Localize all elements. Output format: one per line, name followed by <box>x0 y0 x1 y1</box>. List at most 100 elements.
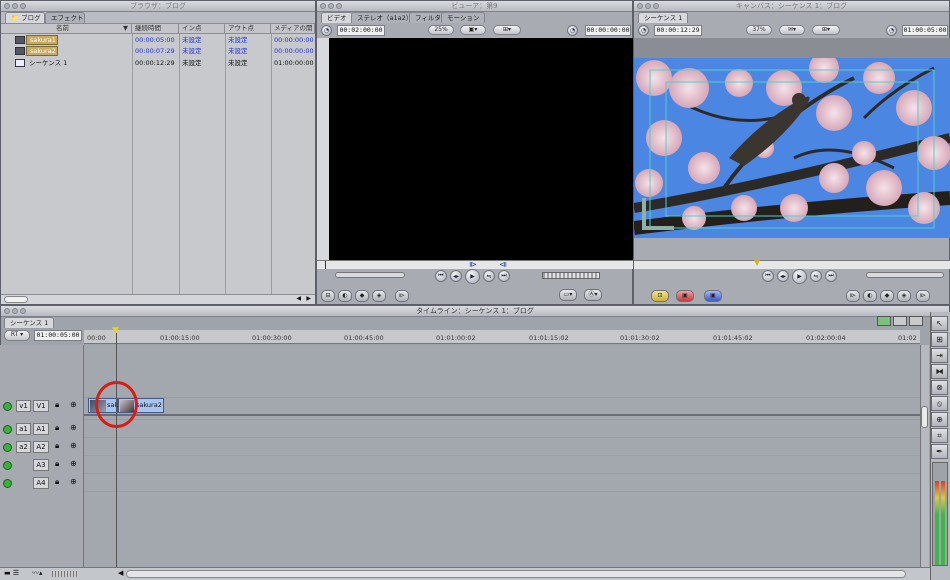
recent-clips-button[interactable]: ▭▾ <box>559 289 577 301</box>
lock-icon[interactable]: 🔒︎ <box>55 477 59 487</box>
link-icon[interactable]: ⊕ <box>70 477 77 486</box>
insert-edit-button[interactable]: ⊡ <box>651 290 669 302</box>
track-enable-icon[interactable] <box>3 425 12 434</box>
razor-tool-icon[interactable]: ⦸ <box>931 396 948 411</box>
tab-sequence1[interactable]: シーケンス 1 <box>638 12 689 23</box>
timeline-vscroll-thumb[interactable] <box>921 406 928 428</box>
clip-overlay-toggle-icon[interactable] <box>877 316 891 326</box>
minimize-icon[interactable] <box>12 308 18 314</box>
minimize-icon[interactable] <box>328 3 334 9</box>
overwrite-edit-button[interactable]: ▣ <box>676 290 694 302</box>
play-in-out-button[interactable]: ◂▸ <box>450 270 462 282</box>
lock-icon[interactable]: 🔒︎ <box>55 400 59 410</box>
canvas-view-popup[interactable]: ⊞▾ <box>812 25 840 35</box>
viewer-overlay-popup[interactable]: ▣▾ <box>460 25 486 35</box>
viewer-timecode[interactable]: 00:00:00:00 <box>585 25 631 36</box>
lock-icon[interactable]: 🔒︎ <box>55 423 59 433</box>
viewer-playhead[interactable] <box>325 261 326 269</box>
edit-selection-tool-icon[interactable]: ⊞ <box>931 332 948 347</box>
col-name[interactable]: 名前 ▼ <box>1 24 132 34</box>
overwrite-button[interactable]: ◐ <box>338 290 352 302</box>
match-frame-button[interactable]: ⧐ <box>395 290 409 302</box>
canvas-match-frame-button[interactable]: ⧐ <box>916 290 930 302</box>
canvas-timecode[interactable]: 01:00:05:00 <box>902 25 948 36</box>
canvas-mark-out-button[interactable]: ◐ <box>863 290 877 302</box>
link-icon[interactable]: ⊕ <box>70 400 77 409</box>
minimize-icon[interactable] <box>12 3 18 9</box>
snapping-toggle-icon[interactable] <box>893 316 907 326</box>
tab-effects[interactable]: エフェクト <box>45 12 85 23</box>
viewer-scrubber[interactable]: ⧐ ⧏ <box>317 260 633 269</box>
timeline-titlebar[interactable]: タイムライン：シーケンス 1：ブログ <box>1 306 949 317</box>
waveform-toggle-icon[interactable]: 〰▴ <box>32 568 43 578</box>
zoom-icon[interactable] <box>336 3 342 9</box>
source-track-label[interactable]: a2 <box>16 441 31 453</box>
zoom-slider[interactable] <box>52 571 78 577</box>
dest-track-label[interactable]: A3 <box>33 459 49 471</box>
canvas-titlebar[interactable]: キャンバス：シーケンス 1：ブログ <box>634 1 949 12</box>
timeline-hscroll[interactable] <box>126 570 906 578</box>
list-item[interactable]: sakura1 00:00:05:00 未設定 未設定 00:00:00:00 <box>1 35 315 45</box>
close-icon[interactable] <box>637 3 643 9</box>
canvas-scrubber[interactable]: ▼ <box>634 259 950 269</box>
track-enable-icon[interactable] <box>3 479 12 488</box>
canvas-marker-button[interactable]: ◆ <box>880 290 894 302</box>
timeline-scroll-left-icon[interactable]: ◀ <box>118 569 123 577</box>
prev-edit-button[interactable]: ⏮ <box>435 270 447 282</box>
viewer-zoom-popup[interactable]: 25% <box>428 25 454 35</box>
minimize-icon[interactable] <box>645 3 651 9</box>
dest-track-label[interactable]: A4 <box>33 477 49 489</box>
track-enable-icon[interactable] <box>3 461 12 470</box>
list-item[interactable]: sakura2 00:00:07:29 未設定 未設定 00:00:00:00 <box>1 46 315 56</box>
list-item[interactable]: シーケンス 1 00:00:12:29 未設定 未設定 01:00:00:00 <box>1 58 315 68</box>
insert-button[interactable]: ⊟ <box>321 290 335 302</box>
rt-popup[interactable]: RT ▾ <box>4 330 30 341</box>
col-duration[interactable]: 継続時間 <box>132 24 179 34</box>
source-track-label[interactable]: a1 <box>16 423 31 435</box>
timeline-timecode[interactable]: 01:00:05:00 <box>34 330 82 341</box>
close-icon[interactable] <box>4 3 10 9</box>
roll-tool-icon[interactable]: ⊗ <box>931 380 948 395</box>
track-select-tool-icon[interactable]: ⇥ <box>931 348 948 363</box>
timeline-track-area[interactable] <box>84 345 920 567</box>
mark-clip-button[interactable]: ◈ <box>372 290 386 302</box>
canvas-playhead-icon[interactable]: ▼ <box>754 259 760 267</box>
viewer-titlebar[interactable]: ビューア：第9 <box>317 1 632 12</box>
browser-titlebar[interactable]: ブラウザ：ブログ <box>1 1 315 12</box>
dest-track-label[interactable]: A1 <box>33 423 49 435</box>
viewer-shuttle-slider[interactable] <box>335 272 405 278</box>
lock-icon[interactable]: 🔒︎ <box>55 441 59 451</box>
canvas-mark-in-button[interactable]: ⧐ <box>846 290 860 302</box>
viewer-duration[interactable]: 00:02:00:00 <box>337 25 385 36</box>
play-around-button[interactable]: ⇋ <box>810 270 822 282</box>
timeline-ruler[interactable] <box>84 330 920 344</box>
canvas-duration[interactable]: 00:00:12:29 <box>654 25 702 36</box>
next-edit-button[interactable]: ⏭ <box>825 270 837 282</box>
replace-button[interactable]: ◆ <box>355 290 369 302</box>
col-in[interactable]: イン点 <box>179 24 225 34</box>
replace-edit-button[interactable]: ▣ <box>704 290 722 302</box>
col-media-start[interactable]: メディアの開 <box>271 24 315 34</box>
viewer-view-popup[interactable]: ⊞▾ <box>493 25 521 35</box>
linking-toggle-icon[interactable] <box>909 316 923 326</box>
close-icon[interactable] <box>4 308 10 314</box>
track-enable-icon[interactable] <box>3 402 12 411</box>
canvas-overlay-popup[interactable]: ✉▾ <box>779 25 805 35</box>
next-edit-button[interactable]: ⏭ <box>498 270 510 282</box>
dest-track-label[interactable]: A2 <box>33 441 49 453</box>
viewer-jog-wheel[interactable] <box>542 272 600 279</box>
tab-timeline-sequence1[interactable]: シーケンス 1 <box>4 317 55 328</box>
prev-edit-button[interactable]: ⏮ <box>762 270 774 282</box>
play-button[interactable]: ▶ <box>465 269 480 284</box>
pen-tool-icon[interactable]: ✒ <box>931 444 948 459</box>
play-around-button[interactable]: ⇋ <box>483 270 495 282</box>
ripple-tool-icon[interactable]: ⧓ <box>931 364 948 379</box>
timeline-playhead[interactable] <box>116 333 117 567</box>
canvas-shuttle-slider[interactable] <box>866 272 944 278</box>
canvas-zoom-popup[interactable]: 37% <box>746 25 772 35</box>
generator-button[interactable]: Ⓐ▾ <box>584 289 602 301</box>
dest-track-label[interactable]: V1 <box>33 400 49 412</box>
col-out[interactable]: アウト点 <box>225 24 271 34</box>
close-icon[interactable] <box>320 3 326 9</box>
lock-icon[interactable]: 🔒︎ <box>55 459 59 469</box>
